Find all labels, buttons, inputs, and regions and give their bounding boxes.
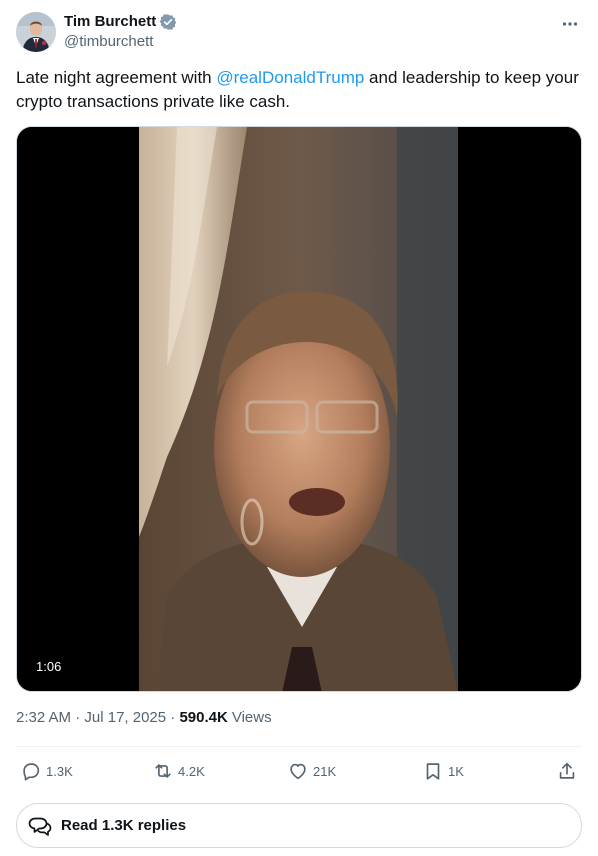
repost-button[interactable]: 4.2K (152, 756, 205, 786)
views-count: 590.4K (179, 709, 228, 726)
meta-separator: · (71, 709, 85, 726)
read-replies-button[interactable]: Read 1.3K replies (16, 803, 582, 848)
share-icon (559, 762, 575, 779)
bookmark-icon (426, 763, 440, 780)
divider (16, 746, 582, 747)
video-frame (17, 127, 581, 691)
handle[interactable]: @timburchett (64, 32, 177, 52)
reply-button[interactable]: 1.3K (20, 756, 73, 786)
like-count: 21K (313, 763, 337, 779)
read-replies-label: Read 1.3K replies (61, 817, 187, 834)
like-icon (290, 763, 306, 780)
avatar[interactable] (16, 12, 56, 52)
bookmark-button[interactable]: 1K (422, 756, 464, 786)
repost-icon (155, 764, 171, 778)
avatar-image (16, 12, 56, 52)
tweet-meta: 2:32 AM · Jul 17, 2025 · 590.4K Views (16, 708, 272, 728)
verified-badge-icon[interactable] (159, 13, 177, 31)
tweet-text: Late night agreement with @realDonaldTru… (16, 66, 582, 114)
like-button[interactable]: 21K (287, 756, 336, 786)
video-duration: 1:06 (31, 657, 67, 677)
tweet-text-before: Late night agreement with (16, 68, 217, 87)
bookmark-count: 1K (448, 763, 464, 779)
chat-bubbles-icon (28, 817, 52, 836)
display-name[interactable]: Tim Burchett (64, 12, 156, 32)
repost-count: 4.2K (178, 763, 205, 779)
share-button[interactable] (556, 756, 578, 786)
views-label: Views (231, 709, 272, 726)
reply-icon (23, 763, 40, 781)
tweet-date[interactable]: Jul 17, 2025 (84, 708, 166, 728)
action-bar: 1.3K 4.2K 21K 1K (16, 756, 582, 786)
meta-separator: · (166, 709, 180, 726)
mention-link[interactable]: @realDonaldTrump (216, 68, 364, 87)
author-names: Tim Burchett @timburchett (64, 12, 177, 52)
reply-count: 1.3K (46, 763, 73, 779)
tweet-time[interactable]: 2:32 AM (16, 708, 71, 728)
more-icon[interactable] (560, 14, 580, 34)
video-player[interactable]: 1:06 (16, 126, 582, 692)
tweet-header: Tim Burchett @timburchett (16, 12, 582, 52)
